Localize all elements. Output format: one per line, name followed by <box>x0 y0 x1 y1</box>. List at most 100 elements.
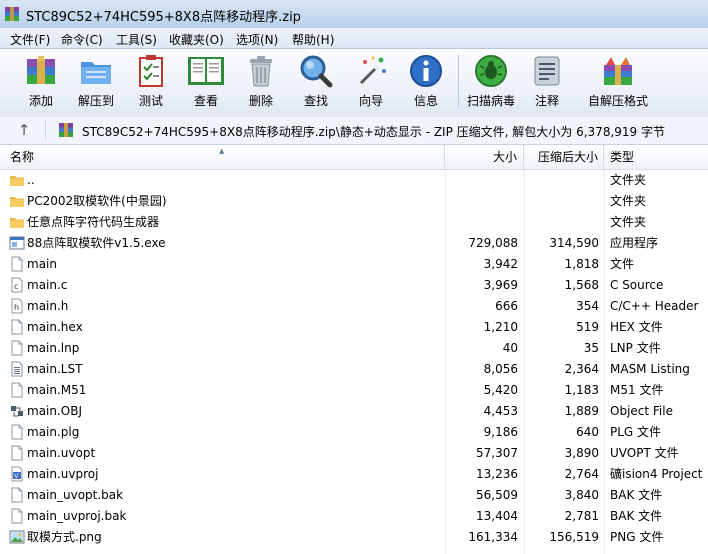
title-bar: STC89C52+74HC595+8X8点阵移动程序.zip <box>0 0 708 28</box>
file-icon <box>11 508 23 524</box>
file-type: PLG 文件 <box>610 425 662 439</box>
object-file-icon <box>11 406 23 417</box>
file-packed-size: 2,764 <box>564 467 599 481</box>
file-type: MASM Listing <box>610 362 690 376</box>
file-packed-size: 1,183 <box>564 383 599 397</box>
zip-archive-icon <box>59 123 73 137</box>
winrar-app-icon <box>5 7 19 21</box>
file-name: main_uvproj.bak <box>27 509 127 523</box>
menu-help[interactable]: 帮助(H) <box>292 31 334 48</box>
test-icon <box>139 55 163 87</box>
column-size-header[interactable]: 大小 <box>445 145 524 169</box>
file-name: 任意点阵字符代码生成器 <box>27 215 160 229</box>
file-size: 161,334 <box>468 530 518 544</box>
file-size: 666 <box>495 299 518 313</box>
file-size: 56,509 <box>476 488 518 502</box>
svg-text:c: c <box>14 282 18 291</box>
add-button[interactable]: 添加 <box>12 53 70 113</box>
file-icon <box>11 256 23 272</box>
file-row[interactable]: 88点阵取模软件v1.5.exe 729,088 314,590 应用程序 <box>0 233 708 254</box>
file-type: LNP 文件 <box>610 341 661 355</box>
file-row[interactable]: h main.h 666 354 C/C++ Header <box>0 296 708 317</box>
file-name: PC2002取模软件(中景园) <box>27 194 167 208</box>
image-file-icon <box>9 530 25 544</box>
info-icon <box>410 55 442 87</box>
file-name: main.M51 <box>27 383 87 397</box>
comment-button[interactable]: 注释 <box>518 53 576 113</box>
file-row[interactable]: main_uvproj.bak 13,404 2,781 BAK 文件 <box>0 506 708 527</box>
file-row[interactable]: main.hex 1,210 519 HEX 文件 <box>0 317 708 338</box>
file-packed-size: 1,889 <box>564 404 599 418</box>
file-type: M51 文件 <box>610 383 664 397</box>
file-size: 1,210 <box>483 320 518 334</box>
sfx-button[interactable]: 自解压格式 <box>583 53 653 113</box>
file-row[interactable]: Vmain.uvproj 13,236 2,764 礦ision4 Project <box>0 464 708 485</box>
file-size: 9,186 <box>483 425 518 439</box>
file-size: 13,236 <box>476 467 518 481</box>
sort-ascending-icon: ▲ <box>219 147 225 155</box>
column-size-label: 大小 <box>492 150 517 164</box>
file-row[interactable]: main.LST 8,056 2,364 MASM Listing <box>0 359 708 380</box>
menu-file[interactable]: 文件(F) <box>10 31 50 48</box>
window-title: STC89C52+74HC595+8X8点阵移动程序.zip <box>26 10 301 25</box>
test-button[interactable]: 测试 <box>122 53 180 113</box>
file-row[interactable]: c main.c 3,969 1,568 C Source <box>0 275 708 296</box>
view-button[interactable]: 查看 <box>177 53 235 113</box>
menu-commands[interactable]: 命令(C) <box>61 31 103 48</box>
find-magnifier-icon <box>300 55 333 88</box>
file-size: 57,307 <box>476 446 518 460</box>
file-row[interactable]: .. 文件夹 <box>0 170 708 191</box>
file-packed-size: 156,519 <box>549 530 599 544</box>
uvision-project-icon: V <box>11 466 23 482</box>
file-row[interactable]: main_uvopt.bak 56,509 3,840 BAK 文件 <box>0 485 708 506</box>
file-row[interactable]: 任意点阵字符代码生成器 文件夹 <box>0 212 708 233</box>
toolbar: 添加 解压到 测试 查看 删除 查找 向导 信息 扫描病毒 注释 自解压格式 <box>0 48 708 118</box>
file-row[interactable]: main.lnp 40 35 LNP 文件 <box>0 338 708 359</box>
file-size: 3,969 <box>483 278 518 292</box>
file-name: main.uvopt <box>27 446 96 460</box>
c-source-icon: c <box>11 277 23 293</box>
archive-path-text: STC89C52+74HC595+8X8点阵移动程序.zip\静态+动态显示 -… <box>82 125 665 139</box>
wizard-button[interactable]: 向导 <box>342 53 400 113</box>
file-icon <box>11 487 23 503</box>
file-packed-size: 640 <box>576 425 599 439</box>
add-archive-icon <box>27 56 55 84</box>
file-row[interactable]: PC2002取模软件(中景园) 文件夹 <box>0 191 708 212</box>
file-row[interactable]: main.plg 9,186 640 PLG 文件 <box>0 422 708 443</box>
file-row[interactable]: main 3,942 1,818 文件 <box>0 254 708 275</box>
file-name: main.LST <box>27 362 83 376</box>
file-type: BAK 文件 <box>610 509 663 523</box>
file-row[interactable]: 取模方式.png 161,334 156,519 PNG 文件 <box>0 527 708 548</box>
folder-icon <box>10 218 24 228</box>
column-packed-header[interactable]: 压缩后大小 <box>524 145 604 169</box>
file-type: 应用程序 <box>610 236 659 250</box>
toolbar-separator <box>458 55 459 107</box>
wizard-wand-icon <box>359 56 386 85</box>
info-button[interactable]: 信息 <box>397 53 455 113</box>
extract-to-button[interactable]: 解压到 <box>67 53 125 113</box>
up-arrow-icon[interactable]: ↑ <box>14 120 34 140</box>
file-type: BAK 文件 <box>610 488 663 502</box>
file-size <box>446 170 518 191</box>
find-button[interactable]: 查找 <box>287 53 345 113</box>
column-type-header[interactable]: 类型 <box>604 145 708 169</box>
column-name-header[interactable]: 名称 ▲ <box>0 145 445 169</box>
file-row[interactable]: main.M51 5,420 1,183 M51 文件 <box>0 380 708 401</box>
file-name: 取模方式.png <box>27 530 102 544</box>
file-row[interactable]: main.OBJ 4,453 1,889 Object File <box>0 401 708 422</box>
sfx-icon <box>604 57 632 85</box>
menu-tools[interactable]: 工具(S) <box>116 31 157 48</box>
path-separator <box>45 120 46 140</box>
column-packed-label: 压缩后大小 <box>537 150 598 164</box>
file-packed-size: 1,818 <box>564 257 599 271</box>
file-row[interactable]: main.uvopt 57,307 3,890 UVOPT 文件 <box>0 443 708 464</box>
file-icon <box>11 445 23 461</box>
file-type: 文件夹 <box>610 215 647 229</box>
file-icon <box>11 319 23 335</box>
menu-options[interactable]: 选项(N) <box>236 31 278 48</box>
delete-button[interactable]: 删除 <box>232 53 290 113</box>
file-icon <box>11 382 23 398</box>
menu-favorites[interactable]: 收藏夹(O) <box>169 31 224 48</box>
virus-scan-button[interactable]: 扫描病毒 <box>462 53 520 113</box>
file-packed-size <box>525 191 599 212</box>
